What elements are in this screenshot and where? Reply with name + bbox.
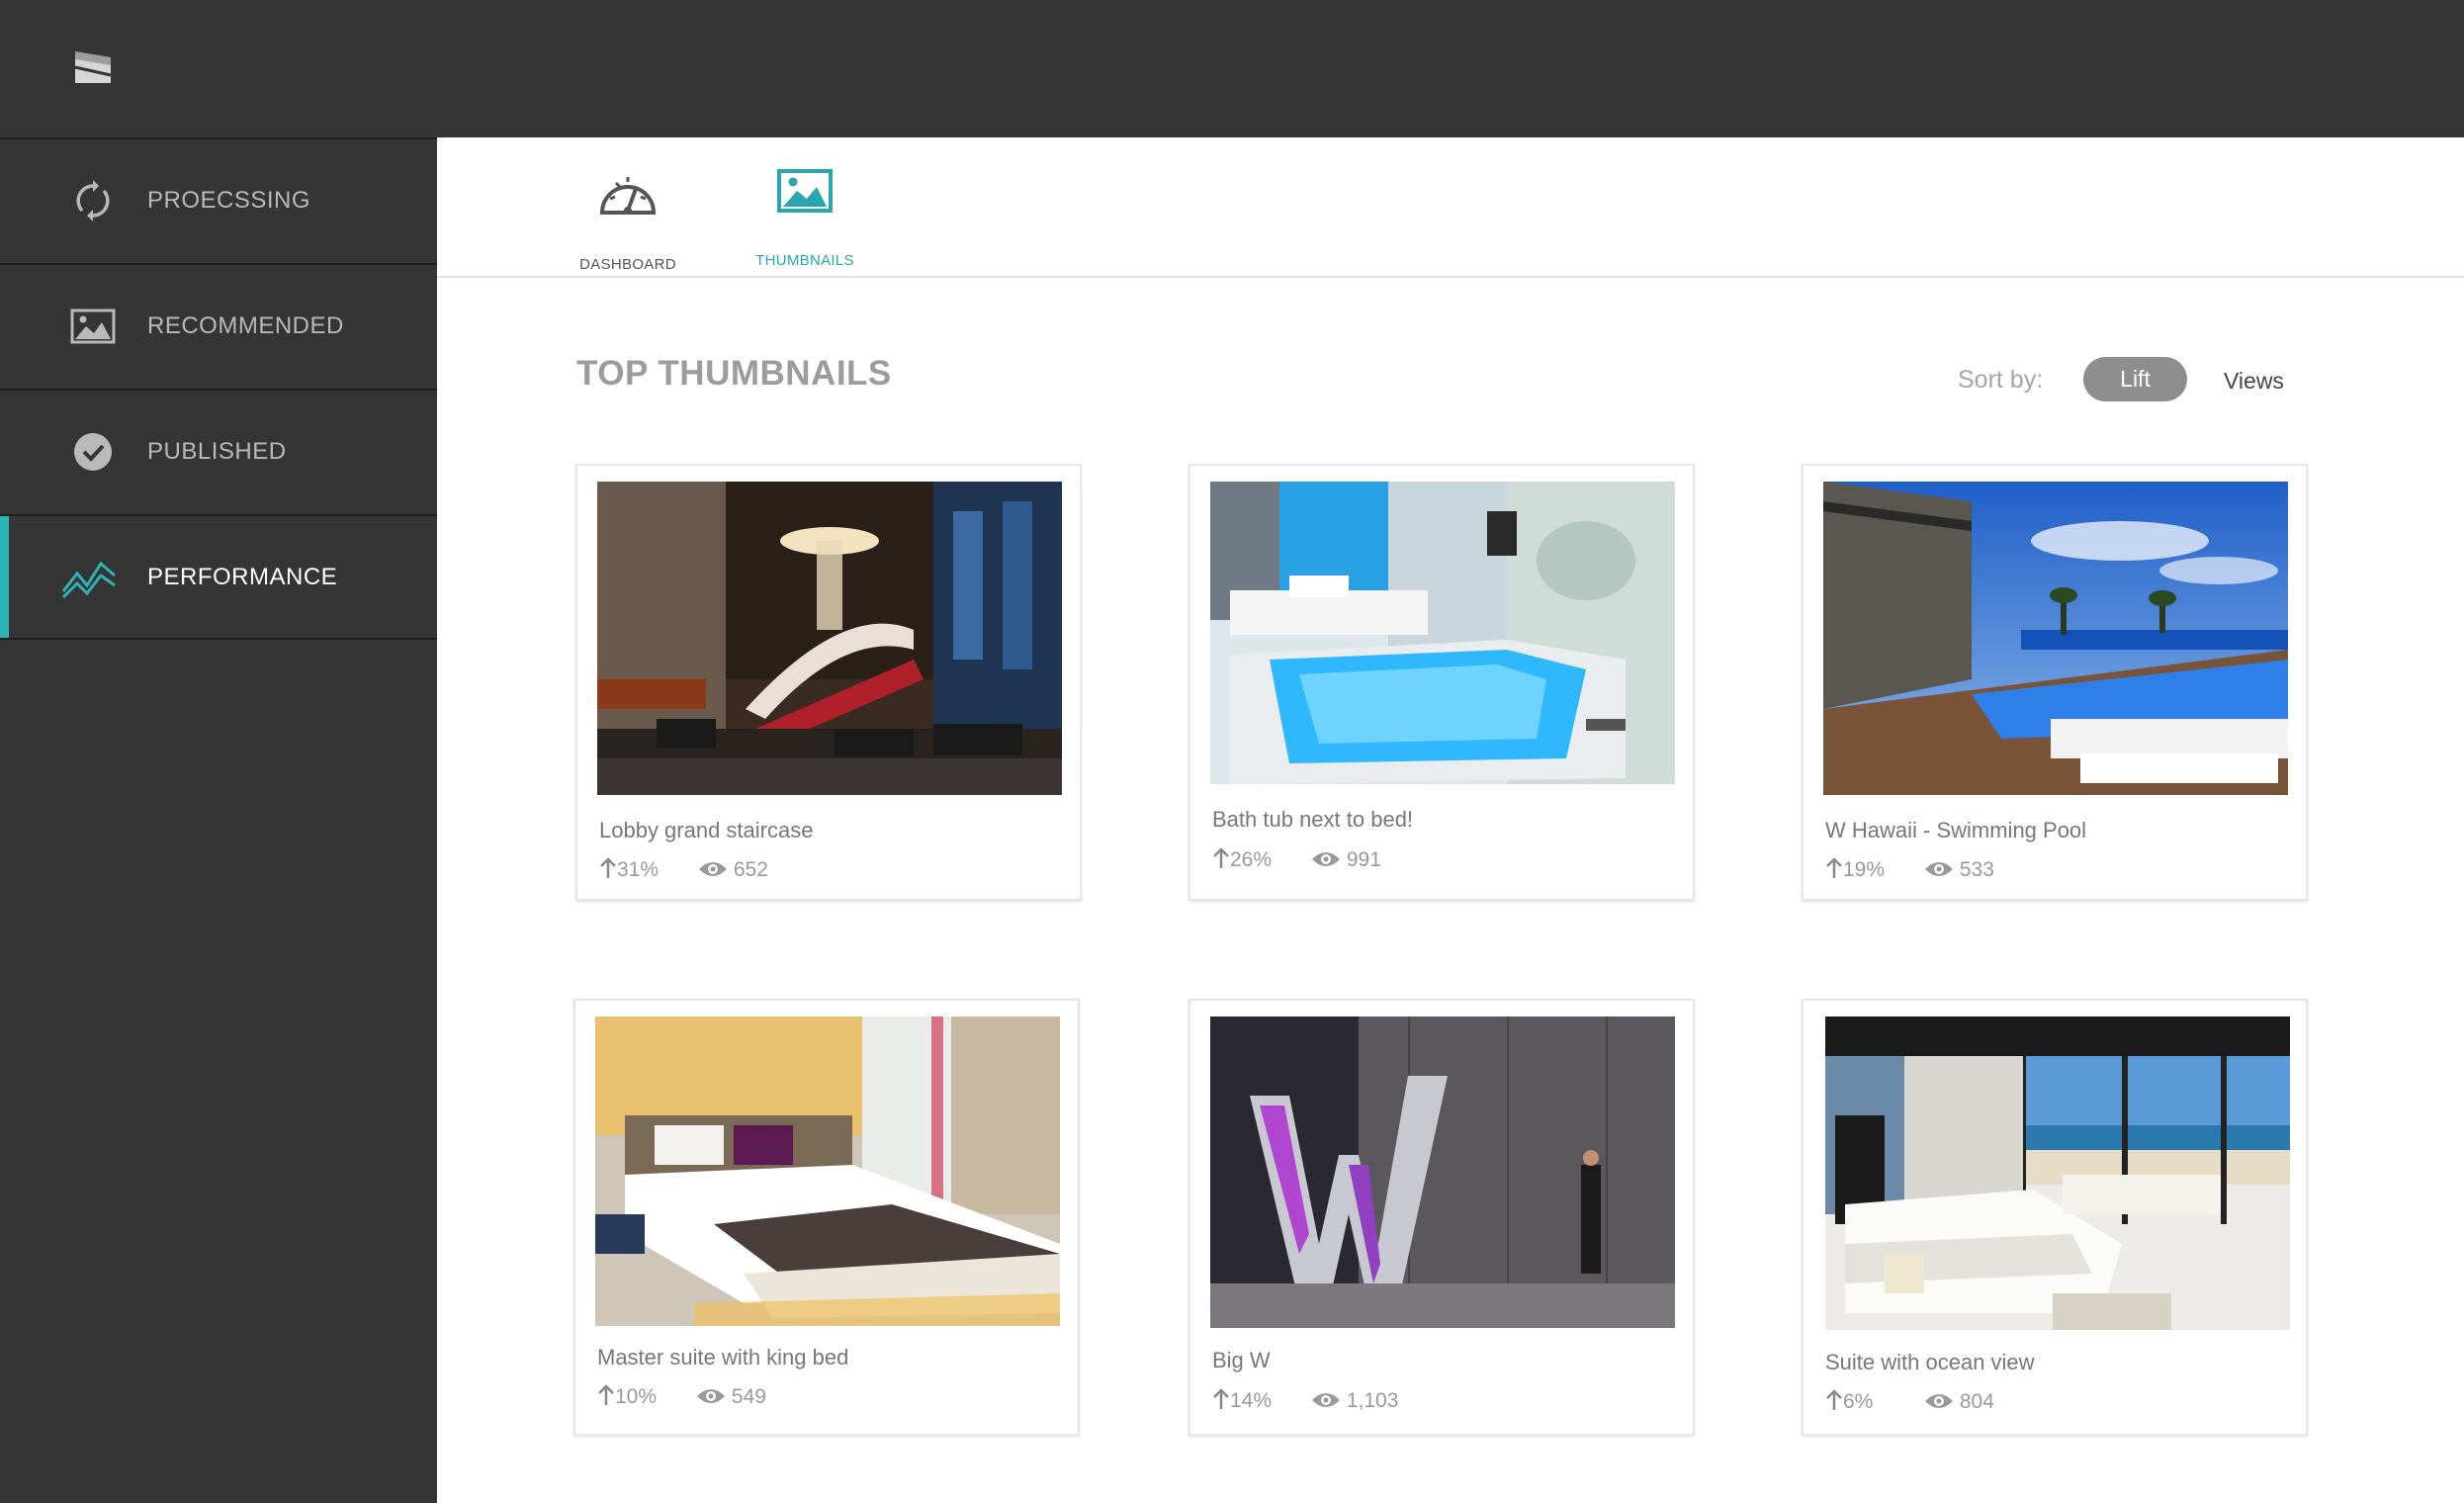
sidebar-item-recommended[interactable]: RECOMMENDED [0,263,437,389]
thumbnail-caption: W Hawaii - Swimming Pool [1825,818,2087,842]
lift-value: 26% [1230,848,1273,871]
line-chart-icon [61,561,116,599]
sidebar-item-label: PERFORMANCE [147,564,338,590]
check-circle-icon [74,433,112,471]
views-value: 652 [733,858,768,881]
sidebar-item-label: PROECSSING [147,187,311,214]
lift-value: 6% [1843,1390,1874,1413]
thumbnail-caption: Big W [1212,1348,1271,1372]
lift-value: 31% [617,858,660,881]
thumbnail-stats: 14% 1,103 [1212,1388,1398,1413]
thumbnail-image [1823,482,2288,795]
sidebar-item-label: RECOMMENDED [147,312,344,339]
sidebar-item-label: PUBLISHED [147,438,287,465]
thumbnail-caption: Lobby grand staircase [599,818,814,842]
arrow-up-icon [1826,857,1842,878]
page-title: TOP THUMBNAILS [576,354,892,393]
sidebar-item-published[interactable]: PUBLISHED [0,389,437,514]
thumbnail-caption: Suite with ocean view [1825,1350,2035,1374]
thumbnail-card[interactable]: Big W 14% 1,103 [1188,999,1695,1436]
thumbnail-card[interactable]: Lobby grand staircase 31% 652 [575,464,1082,901]
arrow-up-icon [1826,1389,1842,1410]
gauge-icon [599,177,657,215]
thumbnail-caption: Master suite with king bed [597,1345,849,1370]
arrow-up-icon [1213,847,1229,868]
eye-icon [1925,1394,1953,1408]
views-value: 991 [1346,848,1381,871]
thumbnail-card[interactable]: Bath tub next to bed! 26% 991 [1188,464,1695,901]
eye-icon [1312,1393,1340,1407]
views-value: 549 [731,1385,766,1408]
thumbnail-stats: 31% 652 [599,857,768,882]
arrow-up-icon [598,1384,614,1405]
arrow-up-icon [1213,1388,1229,1409]
thumbnail-image [1210,1017,1675,1328]
sidebar: PROECSSING RECOMMENDED PUBLISHED PERFORM… [0,137,437,1503]
sort-views-button[interactable]: Views [2224,368,2284,395]
thumbnail-caption: Bath tub next to bed! [1212,807,1414,832]
thumbnail-image [1210,482,1675,784]
thumbnail-card[interactable]: Suite with ocean view 6% 804 [1802,999,2308,1436]
sidebar-item-processing[interactable]: PROECSSING [0,137,437,263]
tab-bar: DASHBOARD THUMBNAILS [437,137,2464,278]
sort-lift-button[interactable]: Lift [2083,357,2187,401]
views-value: 533 [1959,858,1994,881]
lift-value: 14% [1230,1389,1273,1412]
thumbnail-image [1825,1017,2290,1330]
top-bar [0,0,2464,137]
eye-icon [1312,852,1340,866]
thumbnail-card[interactable]: Master suite with king bed 10% 549 [573,999,1080,1436]
tab-label: DASHBOARD [579,256,676,273]
refresh-icon [76,180,110,221]
image-icon [70,309,116,344]
thumbnail-stats: 26% 991 [1212,847,1381,872]
sidebar-item-performance[interactable]: PERFORMANCE [0,514,437,640]
sort-label: Sort by: [1958,366,2044,394]
thumbnail-image [595,1017,1060,1326]
tab-thumbnails[interactable]: THUMBNAILS [731,165,879,269]
thumbnail-image [597,482,1062,795]
arrow-up-icon [600,857,616,878]
eye-icon [699,862,727,876]
thumbnail-card[interactable]: W Hawaii - Swimming Pool 19% 533 [1802,464,2308,901]
logo-icon[interactable] [71,44,119,91]
eye-icon [1925,862,1953,876]
views-value: 1,103 [1346,1389,1399,1412]
tab-label: THUMBNAILS [755,252,854,269]
image-icon [777,169,833,213]
thumbnail-stats: 19% 533 [1825,857,1994,882]
lift-value: 10% [615,1385,658,1408]
lift-value: 19% [1843,858,1886,881]
thumbnail-stats: 10% 549 [597,1384,766,1409]
thumbnail-stats: 6% 804 [1825,1389,1994,1414]
tab-dashboard[interactable]: DASHBOARD [554,165,702,273]
views-value: 804 [1959,1390,1994,1413]
eye-icon [697,1389,725,1403]
